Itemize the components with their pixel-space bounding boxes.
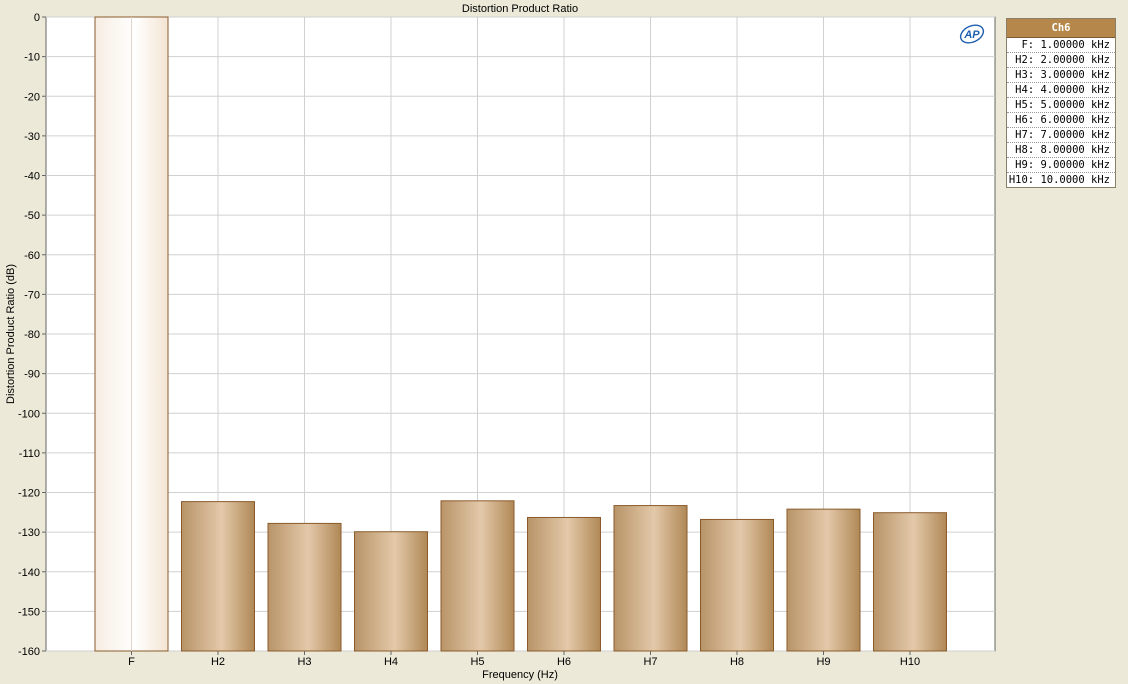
bar-H2 xyxy=(181,501,255,652)
y-axis-ticks: 0 -10 -20 -30 -40 -50 -60 -70 -80 -90 -100 -110 -120… xyxy=(18,12,46,658)
legend-row: H5: 5.00000 kHz xyxy=(1007,98,1115,113)
x-tick-label: H7 xyxy=(643,656,657,668)
y-tick-label: -20 xyxy=(24,91,40,103)
bar-H3 xyxy=(267,522,342,652)
y-tick-label: -80 xyxy=(24,329,40,341)
x-tick-label: H2 xyxy=(211,656,225,668)
legend-row: H8: 8.00000 kHz xyxy=(1007,143,1115,158)
x-tick-label: H5 xyxy=(470,656,484,668)
legend-row: H7: 7.00000 kHz xyxy=(1007,128,1115,143)
bar-H4 xyxy=(354,531,428,652)
legend-row: H2: 2.00000 kHz xyxy=(1007,53,1115,68)
bar-H9 xyxy=(786,508,861,652)
bar-H6 xyxy=(527,516,601,652)
ap-logo-text: AP xyxy=(963,29,980,41)
legend: Ch6 F: 1.00000 kHz H2: 2.00000 kHz H3: 3.0… xyxy=(1006,18,1116,188)
bar-H5 xyxy=(440,500,515,652)
y-tick-label: -120 xyxy=(18,488,40,500)
x-tick-label: H10 xyxy=(900,656,920,668)
chart-title: Distortion Product Ratio xyxy=(462,3,578,15)
y-tick-label: -50 xyxy=(24,210,40,222)
y-tick-label: -130 xyxy=(18,527,40,539)
x-tick-label: H8 xyxy=(730,656,744,668)
legend-row: H10: 10.0000 kHz xyxy=(1008,174,1110,186)
y-tick-label: 0 xyxy=(34,12,40,24)
y-tick-label: -10 xyxy=(24,52,40,64)
x-axis-label: Frequency (Hz) xyxy=(482,669,558,681)
x-tick-label: H9 xyxy=(816,656,830,668)
chart: 0 -10 -20 -30 -40 -50 -60 -70 -80 -90 -100 -110 -120… xyxy=(5,3,996,681)
legend-row: H6: 6.00000 kHz xyxy=(1007,113,1115,128)
x-tick-label: H6 xyxy=(557,656,571,668)
y-tick-label: -30 xyxy=(24,131,40,143)
y-tick-label: -40 xyxy=(24,171,40,183)
y-tick-label: -140 xyxy=(18,567,40,579)
x-tick-label: H3 xyxy=(297,656,311,668)
x-tick-label: F xyxy=(128,656,135,668)
legend-row: F: 1.00000 kHz xyxy=(1007,38,1115,53)
y-tick-label: -160 xyxy=(18,646,40,658)
bar-H7 xyxy=(613,505,688,652)
bar-H8 xyxy=(700,518,774,652)
y-tick-label: -100 xyxy=(18,408,40,420)
legend-rows: F: 1.00000 kHz H2: 2.00000 kHz H3: 3.00000… xyxy=(1007,38,1115,187)
legend-row: H9: 9.00000 kHz xyxy=(1007,158,1115,173)
y-tick-label: -60 xyxy=(24,250,40,262)
y-tick-label: -70 xyxy=(24,289,40,301)
legend-row: H3: 3.00000 kHz xyxy=(1007,68,1115,83)
y-axis-label: Distortion Product Ratio (dB) xyxy=(5,264,17,404)
legend-row: H4: 4.00000 kHz xyxy=(1007,83,1115,98)
y-tick-label: -150 xyxy=(18,606,40,618)
bar-H10 xyxy=(873,512,947,652)
x-tick-label: H4 xyxy=(384,656,398,668)
legend-header: Ch6 xyxy=(1007,19,1115,38)
y-tick-label: -110 xyxy=(19,448,40,460)
x-axis-ticks: F H2 H3 H4 H5 H6 H7 H8 H9 H10 xyxy=(128,651,920,668)
y-tick-label: -90 xyxy=(24,369,40,381)
